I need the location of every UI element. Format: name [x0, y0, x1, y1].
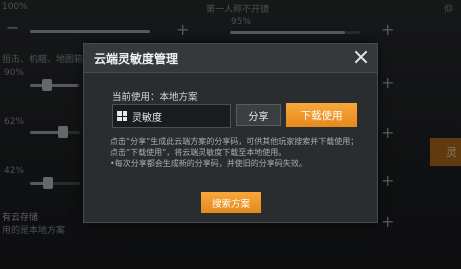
dialog-header: 云端灵敏度管理 — [84, 44, 377, 73]
plan-name-field: 灵敏度 — [112, 104, 231, 128]
current-plan-label: 当前使用：本地方案 — [112, 92, 198, 103]
description-line: 点击“分享”生成此云端方案的分享码，可供其他玩家搜索并下载使用； — [110, 137, 359, 146]
cloud-sensitivity-dialog: 云端灵敏度管理 当前使用：本地方案 灵敏度 分享 下载使用 点击“分享”生成此云… — [83, 43, 378, 223]
description-line: 点击“下载使用”，将云端灵敏度下载至本地使用。 — [110, 148, 287, 157]
close-icon[interactable] — [353, 49, 369, 65]
share-button[interactable]: 分享 — [236, 104, 281, 126]
search-plan-button[interactable]: 搜索方案 — [201, 192, 261, 213]
description-line: •每次分享都会生成新的分享码，并使旧的分享码失效。 — [110, 159, 307, 168]
plan-name-text: 灵敏度 — [132, 112, 162, 124]
dialog-title: 云端灵敏度管理 — [94, 52, 179, 66]
download-use-button[interactable]: 下载使用 — [286, 103, 357, 127]
description-text: 点击“分享”生成此云端方案的分享码，可供其他玩家搜索并下载使用； 点击“下载使用… — [110, 136, 372, 169]
windows-grid-icon — [117, 111, 127, 121]
